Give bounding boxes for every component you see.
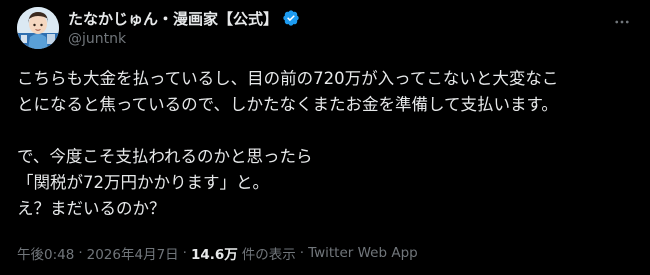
- author-names: たなかじゅん・漫画家【公式】 @juntnk: [68, 8, 300, 47]
- avatar[interactable]: [17, 7, 59, 49]
- tweet-time[interactable]: 午後0:48: [17, 243, 74, 263]
- tweet-text-line: え？まだいるのか？: [17, 199, 166, 218]
- tweet-text-line: 「関税が72万円かかります」と。: [17, 173, 269, 192]
- avatar-illustration: [17, 7, 59, 49]
- tweet-text: こちらも大金を払っているし、目の前の720万が入ってこないと大変なこ とになると…: [17, 66, 633, 222]
- tweet-text-line: とになると焦っているので、しかたなくまたお金を準備して支払います。: [17, 95, 558, 114]
- display-name-row: たなかじゅん・漫画家【公式】: [68, 8, 300, 28]
- views-label: 件の表示: [241, 247, 296, 263]
- meta-separator: ·: [78, 245, 83, 261]
- tweet-text-line: で、今度こそ支払われるのかと思ったら: [17, 147, 313, 166]
- meta-separator: ·: [182, 245, 187, 261]
- tweet-card: たなかじゅん・漫画家【公式】 @juntnk こちらも大金を払っているし、目の前…: [0, 0, 650, 275]
- more-options-icon[interactable]: [611, 11, 633, 33]
- tweet-source[interactable]: Twitter Web App: [308, 245, 418, 261]
- author-handle[interactable]: @juntnk: [68, 31, 300, 47]
- views-count[interactable]: 14.6万: [191, 243, 238, 263]
- display-name[interactable]: たなかじゅん・漫画家【公式】: [68, 8, 278, 29]
- meta-separator: ·: [299, 245, 305, 261]
- verified-badge-icon: [282, 9, 300, 27]
- tweet-text-line: こちらも大金を払っているし、目の前の720万が入ってこないと大変なこ: [17, 69, 559, 88]
- tweet-date[interactable]: 2026年4月7日: [87, 243, 179, 263]
- tweet-meta: 午後0:48 · 2026年4月7日 · 14.6万 件の表示 · Twitte…: [17, 243, 418, 263]
- tweet-header: たなかじゅん・漫画家【公式】 @juntnk: [17, 7, 633, 51]
